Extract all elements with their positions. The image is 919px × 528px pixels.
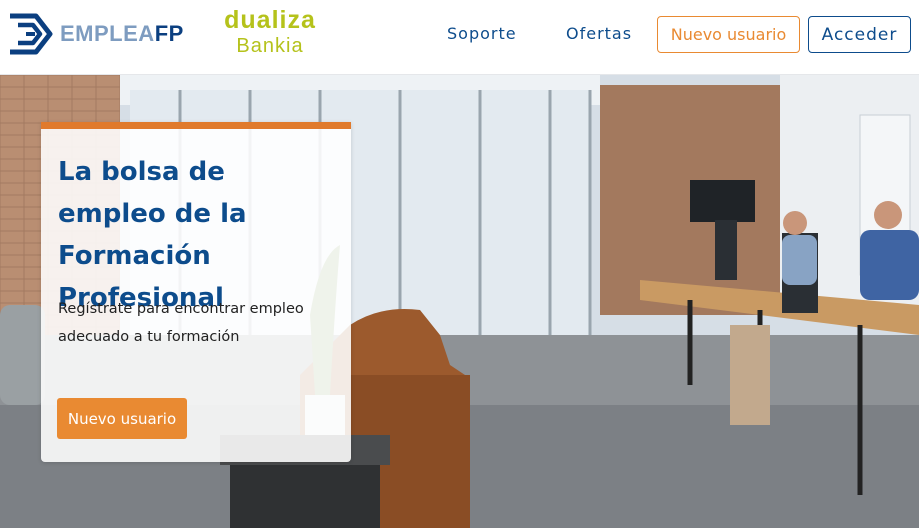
dualiza-bankia-logo[interactable]: dualiza Bankia [215, 8, 325, 62]
hero-card: La bolsa de empleo de la Formación Profe… [41, 122, 351, 462]
login-button[interactable]: Acceder [808, 16, 911, 53]
bankia-logo-text: Bankia [236, 35, 304, 57]
dualiza-logo-text: dualiza [224, 6, 316, 34]
nav-link-soporte[interactable]: Soporte [447, 24, 517, 43]
hero-title: La bolsa de empleo de la Formación Profe… [58, 157, 247, 313]
hero-new-user-button[interactable]: Nuevo usuario [57, 398, 187, 439]
logo-text-emplea: EMPLEA [60, 21, 155, 46]
hero-subtitle: Regístrate para encontrar empleo adecuad… [58, 301, 304, 345]
site-header: EMPLEAFP dualiza Bankia Soporte Ofertas … [0, 0, 919, 75]
nav-link-ofertas[interactable]: Ofertas [566, 24, 632, 43]
emplea-fp-logo[interactable]: EMPLEAFP [6, 11, 184, 57]
logo-text-fp: FP [154, 21, 184, 46]
hero-section: La bolsa de empleo de la Formación Profe… [0, 75, 919, 528]
emplea-fp-logo-text: EMPLEAFP [60, 23, 184, 45]
new-user-button[interactable]: Nuevo usuario [657, 16, 800, 53]
emplea-fp-logo-icon [10, 13, 53, 55]
